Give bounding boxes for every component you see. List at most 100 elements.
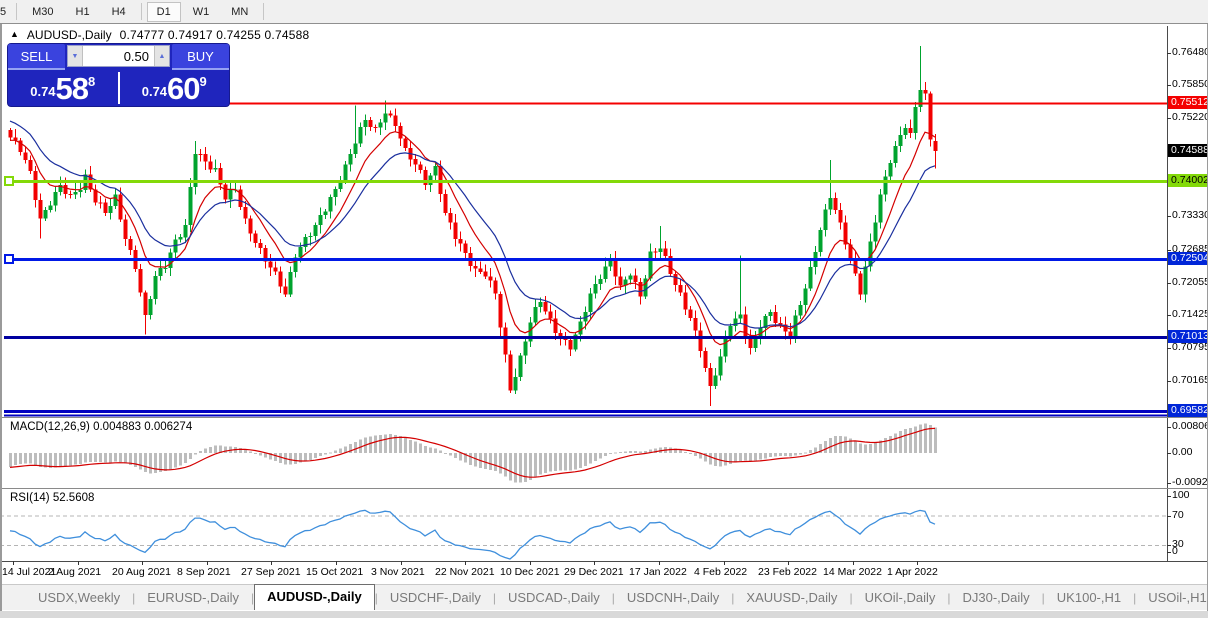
timeframe-button-h1[interactable]: H1	[66, 2, 100, 22]
date-tick	[530, 561, 531, 565]
timeframe-button-5[interactable]: 5	[0, 2, 11, 22]
price-axis-label: 0.71013	[1168, 330, 1208, 343]
price-tick	[1167, 53, 1171, 54]
date-axis-label: 8 Sep 2021	[177, 566, 231, 578]
chart-tab-usoil[interactable]: USOil-,H1	[1136, 587, 1208, 608]
chart-tab-uk100[interactable]: UK100-,H1	[1045, 587, 1133, 608]
sell-price[interactable]: 0.74 58 8	[8, 73, 118, 104]
one-click-trading-panel: SELL ▼ 0.50 ▲ BUY 0.74 58 8 0.74 60 9	[8, 44, 229, 106]
rsi-axis-label-tick	[1167, 516, 1171, 517]
price-axis-label: 0.74002	[1168, 174, 1208, 187]
sell-price-base: 0.74	[30, 83, 56, 99]
timeframe-button-d1[interactable]: D1	[146, 1, 181, 22]
date-tick	[917, 561, 918, 565]
price-axis-label: 0.69582	[1168, 404, 1208, 417]
chart-ohlc-values: 0.74777 0.74917 0.74255 0.74588	[119, 28, 310, 42]
timeframe-button-w1[interactable]: W1	[183, 2, 220, 22]
price-axis-label: 0.75850	[1172, 78, 1208, 90]
price-axis-label: 0.75512	[1168, 96, 1208, 109]
macd-axis-label-tick	[1167, 483, 1171, 484]
date-axis-label: 23 Feb 2022	[758, 566, 817, 578]
timeframe-button-h4[interactable]: H4	[102, 2, 136, 22]
macd-axis-label-tick	[1167, 427, 1171, 428]
buy-price-main: 60	[167, 70, 200, 106]
sell-price-main: 58	[55, 70, 89, 106]
date-axis-label: 29 Dec 2021	[564, 566, 624, 578]
timeframe-toolbar: 5 M30 H1 H4 D1 W1 MN	[0, 0, 1208, 24]
chart-tab-usdcad[interactable]: USDCAD-,Daily	[496, 587, 612, 608]
toolbar-separator	[263, 3, 265, 20]
date-tick	[465, 561, 466, 565]
price-axis-label: 0.76480	[1172, 46, 1208, 58]
collapse-arrow-icon[interactable]: ▲	[10, 29, 19, 39]
price-tick	[1167, 348, 1171, 349]
volume-decrease-button[interactable]: ▼	[68, 46, 83, 66]
date-tick	[659, 561, 660, 565]
volume-spinner: ▼ 0.50 ▲	[67, 45, 170, 67]
chart-tab-usdx[interactable]: USDX,Weekly	[26, 587, 132, 608]
timeframe-button-m30[interactable]: M30	[22, 2, 63, 22]
buy-price-pip: 9	[199, 73, 207, 89]
chart-tab-usdchf[interactable]: USDCHF-,Daily	[378, 587, 493, 608]
chart-title: ▲ AUDUSD-,Daily 0.74777 0.74917 0.74255 …	[10, 28, 309, 42]
rsi-pane-separator[interactable]	[0, 488, 1208, 489]
buy-price[interactable]: 0.74 60 9	[120, 73, 230, 104]
macd-axis-label: -0.00928	[1172, 476, 1208, 488]
macd-indicator-label: MACD(12,26,9) 0.004883 0.006274	[10, 421, 193, 433]
price-axis-label: 0.71425	[1172, 308, 1208, 320]
date-axis-label: 17 Jan 2022	[629, 566, 687, 578]
rsi-axis-label-tick	[1167, 552, 1171, 553]
date-axis-label: 27 Sep 2021	[241, 566, 301, 578]
buy-price-base: 0.74	[141, 83, 168, 99]
chart-tab-eurusd[interactable]: EURUSD-,Daily	[135, 587, 251, 608]
chart-tab-dj30[interactable]: DJ30-,Daily	[950, 587, 1041, 608]
chart-symbol-label: AUDUSD-,Daily	[26, 28, 112, 42]
toolbar-separator	[140, 3, 142, 20]
sell-button[interactable]: SELL	[8, 44, 65, 70]
mt4-window: 5 M30 H1 H4 D1 W1 MN ▲ AUDUSD-,Daily 0.74777 0…	[0, 0, 1208, 618]
date-tick	[594, 561, 595, 565]
date-axis-label: 1 Apr 2022	[887, 566, 938, 578]
chart-tab-audusd[interactable]: AUDUSD-,Daily	[254, 583, 375, 610]
timeframe-button-mn[interactable]: MN	[221, 2, 258, 22]
date-tick	[271, 561, 272, 565]
macd-axis-label: 0.00	[1172, 446, 1193, 458]
date-tick	[401, 561, 402, 565]
date-tick	[142, 561, 143, 565]
buy-button[interactable]: BUY	[172, 44, 229, 70]
chart-tab-ukoil[interactable]: UKOil-,Daily	[853, 587, 948, 608]
date-axis-label: 4 Feb 2022	[694, 566, 748, 578]
down-arrow-icon: ▼	[71, 52, 79, 60]
macd-axis-label: 0.008061	[1172, 420, 1208, 432]
price-tick	[1167, 315, 1171, 316]
price-axis-label: 0.75220	[1172, 111, 1208, 123]
price-tick	[1167, 85, 1171, 86]
volume-increase-button[interactable]: ▲	[154, 46, 169, 66]
date-axis-label: 10 Dec 2021	[500, 566, 560, 578]
macd-pane-separator[interactable]	[0, 417, 1208, 418]
time-scale-separator	[0, 561, 1208, 562]
rsi-axis-label-tick	[1167, 496, 1171, 497]
date-tick	[724, 561, 725, 565]
date-tick	[207, 561, 208, 565]
date-axis-label: 22 Nov 2021	[435, 566, 495, 578]
price-axis-label: 0.72055	[1172, 276, 1208, 288]
rsi-axis-label: 100	[1172, 489, 1190, 501]
rsi-indicator-label: RSI(14) 52.5608	[10, 492, 95, 504]
date-axis-label: 3 Nov 2021	[371, 566, 425, 578]
date-axis-label: 2 Aug 2021	[48, 566, 102, 578]
chart-tab-bar: USDX,Weekly | EURUSD-,Daily | AUDUSD-,Daily |…	[0, 583, 1208, 610]
sell-price-pip: 8	[88, 73, 96, 89]
chart-tab-xauusd[interactable]: XAUUSD-,Daily	[734, 587, 849, 608]
date-tick	[788, 561, 789, 565]
chart-tab-usdcnh[interactable]: USDCNH-,Daily	[615, 587, 731, 608]
trade-panel-top-row: SELL ▼ 0.50 ▲ BUY	[8, 44, 229, 70]
date-axis-label: 14 Mar 2022	[823, 566, 882, 578]
volume-input[interactable]: 0.50	[83, 46, 154, 66]
price-axis-label: 0.73330	[1172, 209, 1208, 221]
price-tick	[1167, 381, 1171, 382]
date-tick	[853, 561, 854, 565]
date-tick	[13, 561, 14, 565]
price-tick	[1167, 250, 1171, 251]
toolbar-separator	[16, 3, 18, 20]
